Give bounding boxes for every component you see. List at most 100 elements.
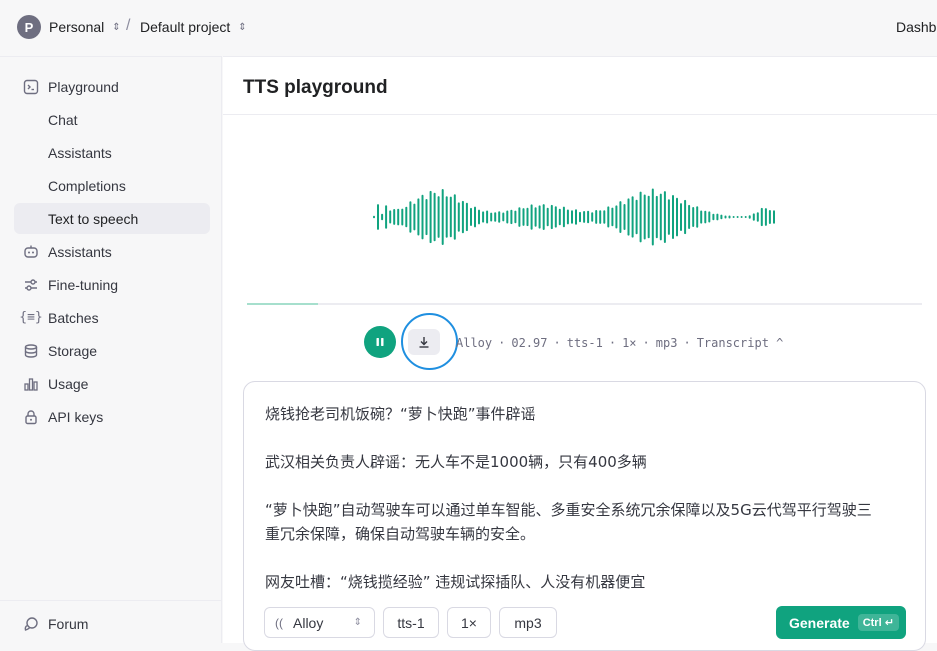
sidebar-item-label: Completions xyxy=(48,177,126,194)
waveform-bar xyxy=(486,210,489,224)
org-avatar[interactable]: P xyxy=(17,15,41,39)
waveform-bar xyxy=(680,203,682,231)
pause-icon xyxy=(376,338,384,346)
waveform-bar xyxy=(647,195,650,239)
transcript-toggle[interactable]: Transcript ^ xyxy=(697,336,784,350)
waveform-bar xyxy=(558,208,561,226)
waveform-bar xyxy=(397,208,400,226)
model-select[interactable]: tts-1 xyxy=(383,607,439,638)
download-button[interactable] xyxy=(408,329,440,355)
waveform-bar xyxy=(502,212,505,222)
tts-input-textarea[interactable]: 烧钱抢老司机饭碗？“萝卜快跑”事件辟谣 武汉相关负责人辟谣：无人车不是1000辆… xyxy=(243,381,926,651)
waveform-bar xyxy=(453,194,456,240)
waveform-bar xyxy=(409,201,412,233)
pause-button[interactable] xyxy=(364,326,396,358)
chevron-updown-icon: ⇕ xyxy=(112,21,121,33)
project-name: Default project xyxy=(140,19,231,35)
waveform-bar xyxy=(667,199,670,235)
waveform-bar xyxy=(599,210,602,224)
waveform-bar xyxy=(562,206,565,228)
input-line: 网友吐槽：“烧钱揽经验” 违规试探插队、人没有机器便宜 xyxy=(265,573,646,591)
audio-waveform[interactable] xyxy=(373,177,793,257)
robot-icon xyxy=(22,243,40,261)
sidebar-item-label: Text to speech xyxy=(48,210,139,227)
sidebar-item-playground[interactable]: Playground xyxy=(14,71,210,102)
waveform-bar xyxy=(655,195,658,239)
waveform-bar xyxy=(696,206,699,228)
sidebar-item-forum[interactable]: Forum xyxy=(14,608,210,639)
playback-progress-track[interactable] xyxy=(247,303,922,305)
waveform-bar xyxy=(744,216,747,218)
waveform-bar xyxy=(514,210,517,224)
input-line: “萝卜快跑”自动驾驶车可以通过单车智能、多重安全系统冗余保障以及5G云代驾平行驾… xyxy=(265,501,872,519)
waveform-bar xyxy=(619,201,622,233)
sidebar-item-label: Assistants xyxy=(48,243,112,260)
waveform-bar xyxy=(413,203,416,231)
sidebar-item-label: Forum xyxy=(48,615,89,632)
speed-select[interactable]: 1× xyxy=(447,607,491,638)
playback-progress-fill xyxy=(247,303,318,305)
sidebar-item-label: Fine-tuning xyxy=(48,276,119,293)
audio-metadata: Alloy · 02.97 · tts-1 · 1× · mp3 · Transcript ^ xyxy=(456,336,784,350)
sidebar-item-label: Storage xyxy=(48,342,98,359)
input-line: 烧钱抢老司机饭碗？“萝卜快跑”事件辟谣 xyxy=(265,405,536,423)
meta-voice: Alloy xyxy=(456,336,493,350)
waveform-bar xyxy=(579,211,581,223)
project-switcher[interactable]: Default project ⇕ xyxy=(140,19,247,35)
waveform-bar xyxy=(732,216,735,218)
sidebar-item-label: Usage xyxy=(48,375,89,392)
waveform-bar xyxy=(550,204,553,230)
org-switcher[interactable]: Personal ⇕ xyxy=(49,19,121,35)
waveform-bar xyxy=(498,211,501,223)
dashboard-link[interactable]: Dashb xyxy=(896,19,936,35)
sidebar-item-storage[interactable]: Storage xyxy=(14,335,210,366)
waveform-bar xyxy=(377,204,379,230)
waveform-bar xyxy=(764,208,767,226)
sidebar-item-chat[interactable]: Chat xyxy=(14,104,210,135)
waveform-bar xyxy=(429,190,432,244)
waveform-bar xyxy=(651,188,654,246)
sidebar-item-assistants[interactable]: Assistants xyxy=(14,236,210,267)
waveform-bar xyxy=(724,215,727,219)
page-title: TTS playground xyxy=(243,77,388,98)
waveform-bar xyxy=(546,207,549,227)
waveform-bar xyxy=(474,206,476,228)
sidebar-item-usage[interactable]: Usage xyxy=(14,368,210,399)
waveform-bar xyxy=(672,195,674,239)
waveform-bar xyxy=(591,212,594,222)
waveform-bar xyxy=(401,208,404,226)
waveform-bar xyxy=(643,194,646,240)
waveform-bar xyxy=(571,210,573,224)
waveform-bar xyxy=(607,206,610,228)
waveform-bar xyxy=(575,209,577,225)
format-select[interactable]: mp3 xyxy=(499,607,557,638)
sidebar-item-fine-tuning[interactable]: Fine-tuning xyxy=(14,269,210,300)
input-line: 武汉相关负责人辟谣：无人车不是1000辆，只有400多辆 xyxy=(265,453,647,471)
waveform-bar xyxy=(449,196,452,238)
waveform-bar xyxy=(748,215,751,219)
sidebar-item-text-to-speech[interactable]: Text to speech xyxy=(14,203,210,234)
waveform-bar xyxy=(639,191,642,243)
generate-label: Generate xyxy=(789,614,850,631)
waveform-bar xyxy=(437,196,440,238)
waveform-bar xyxy=(470,207,472,226)
sidebar-item-completions[interactable]: Completions xyxy=(14,170,210,201)
waveform-bar xyxy=(760,207,763,227)
waveform-bar xyxy=(716,213,719,221)
waveform-bar xyxy=(465,202,468,232)
waveform-bar xyxy=(603,210,606,224)
waveform-bar xyxy=(534,207,537,227)
waveform-bar xyxy=(623,204,626,230)
waveform-bar xyxy=(768,210,771,224)
waveform-bar xyxy=(676,197,678,237)
meta-model: tts-1 xyxy=(566,336,603,350)
waveform-bar xyxy=(583,211,586,223)
voice-select[interactable]: (( Alloy ⇕ xyxy=(264,607,375,638)
waveform-bar xyxy=(389,210,392,224)
generate-button[interactable]: Generate Ctrl ↵ xyxy=(776,606,906,639)
chevron-updown-icon: ⇕ xyxy=(238,21,247,33)
sidebar-item-playground-assistants[interactable]: Assistants xyxy=(14,137,210,168)
sidebar-item-api-keys[interactable]: API keys xyxy=(14,401,210,432)
top-bar: P Personal ⇕ / Default project ⇕ Dashb xyxy=(0,0,937,56)
sidebar-item-batches[interactable]: {≡} Batches xyxy=(14,302,210,333)
